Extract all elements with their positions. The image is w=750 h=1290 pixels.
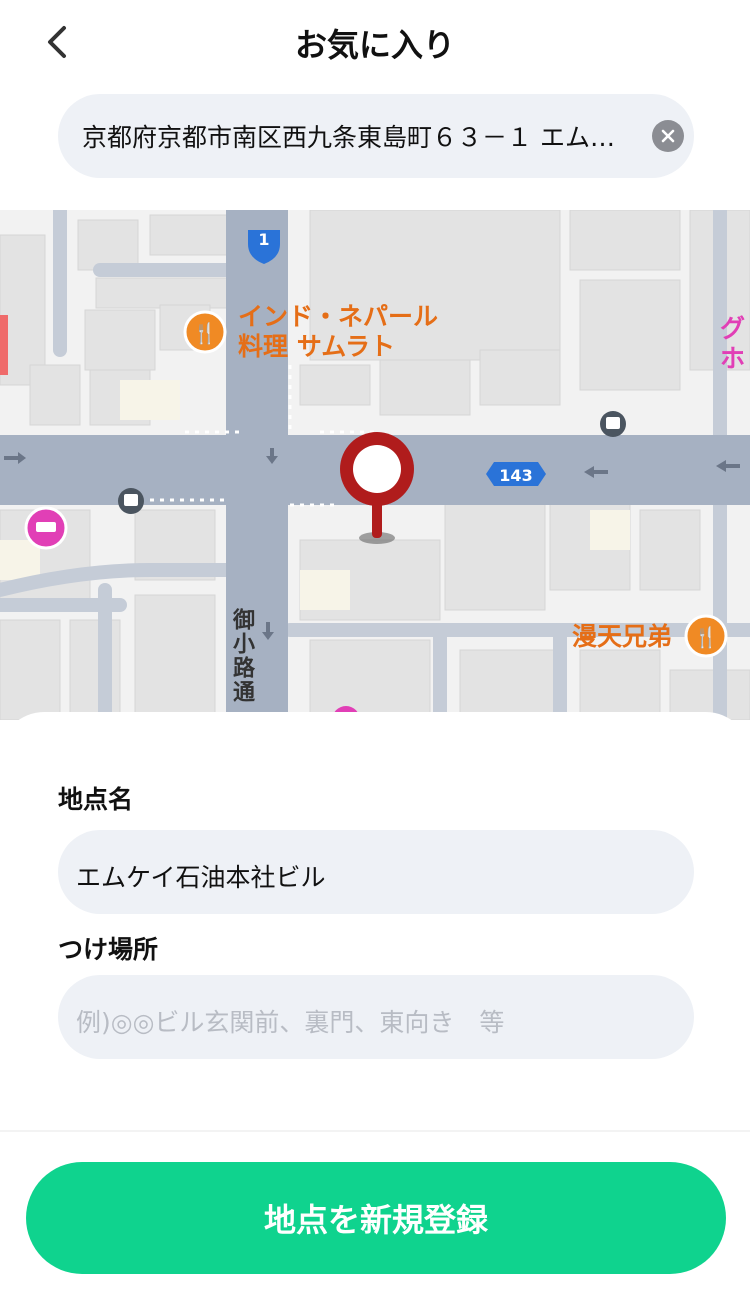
attach-location-label: つけ場所 (58, 935, 159, 964)
page-title: お気に入り (294, 26, 455, 64)
route-143-badge: 143 (499, 466, 533, 485)
register-place-button[interactable]: 地点を新規登録 (26, 1162, 726, 1274)
poi-indo-nepal-label[interactable]: インド・ネパール 料理 サムラト (238, 302, 438, 362)
place-name-label: 地点名 (58, 785, 134, 814)
svg-text:🍴: 🍴 (694, 625, 719, 649)
route-1-badge: 1 (258, 230, 270, 249)
header: お気に入り (0, 0, 750, 84)
divider (0, 1130, 750, 1132)
place-name-value: エムケイ石油本社ビル (76, 863, 326, 892)
address-search-field[interactable]: 京都府京都市南区西九条東島町６３－１ エム… (58, 94, 694, 178)
svg-text:🍴: 🍴 (193, 321, 218, 345)
map-view[interactable]: 🍴 🍴 1 143 インド・ネパール 料理 サムラト 漫天兄弟 グ ホ 御小路通 (0, 210, 750, 720)
poi-hotel-line1: グ (720, 314, 746, 343)
clear-circle-icon (661, 129, 675, 143)
poi-hotel-line2: ホ (720, 344, 746, 373)
attach-location-field[interactable]: 例)◎◎ビル玄関前、裏門、東向き 等 (58, 975, 694, 1059)
clear-search-button[interactable] (652, 120, 684, 152)
place-name-field[interactable]: エムケイ石油本社ビル (58, 830, 694, 914)
address-search-text: 京都府京都市南区西九条東島町６３－１ エム… (82, 123, 615, 152)
poi-indo-nepal-line2: 料理 サムラト (238, 332, 395, 361)
poi-indo-nepal-line1: インド・ネパール (238, 302, 439, 331)
attach-location-placeholder: 例)◎◎ビル玄関前、裏門、東向き 等 (76, 1008, 505, 1037)
road-name-label: 御小路通 (229, 608, 254, 704)
poi-hotel-label[interactable]: グ ホ (720, 314, 745, 374)
poi-mantenkyoudai-label[interactable]: 漫天兄弟 (572, 622, 672, 652)
